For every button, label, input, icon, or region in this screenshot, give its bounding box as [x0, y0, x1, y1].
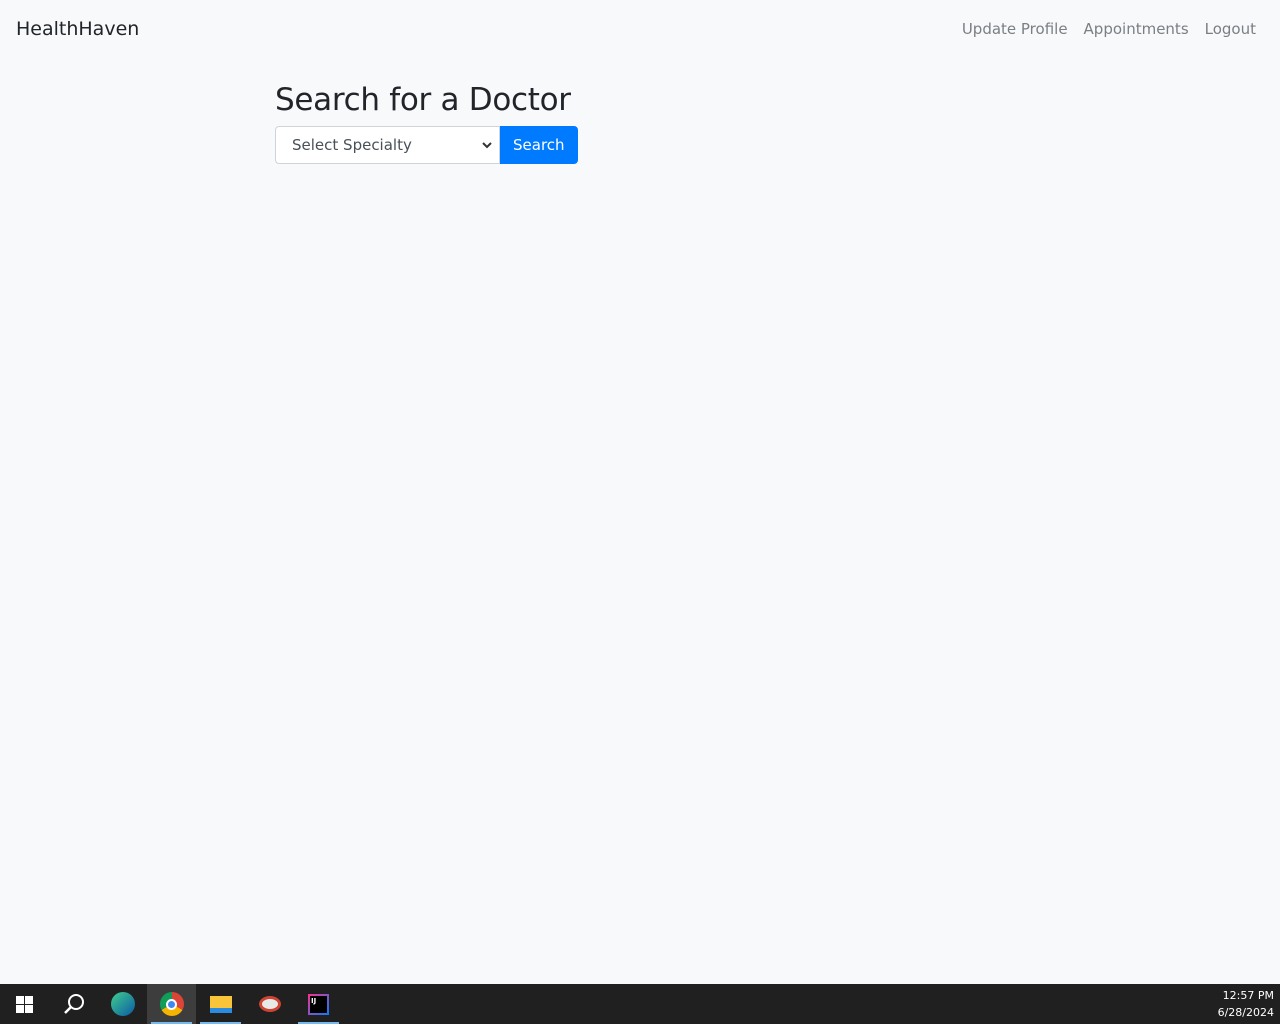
chrome-icon[interactable]: [147, 984, 196, 1024]
nav-update-profile[interactable]: Update Profile: [962, 20, 1068, 38]
edge-icon[interactable]: [98, 984, 147, 1024]
intellij-icon[interactable]: IJ: [294, 984, 343, 1024]
file-explorer-icon[interactable]: [196, 984, 245, 1024]
clock-date: 6/28/2024: [1217, 1006, 1274, 1019]
chevron-down-icon: [482, 142, 492, 149]
search-button[interactable]: Search: [500, 126, 578, 164]
search-icon[interactable]: [49, 984, 98, 1024]
windows-start-icon[interactable]: [0, 984, 49, 1024]
nav-links: Update Profile Appointments Logout: [962, 20, 1264, 38]
navbar: HealthHaven Update Profile Appointments …: [0, 0, 1280, 58]
taskbar: IJ 12:57 PM 6/28/2024: [0, 984, 1280, 1024]
search-form: Select Specialty Search: [275, 126, 578, 164]
brand[interactable]: HealthHaven: [16, 18, 139, 40]
specialty-select[interactable]: Select Specialty: [275, 126, 500, 164]
system-clock[interactable]: 12:57 PM 6/28/2024: [1218, 987, 1280, 1021]
nav-logout[interactable]: Logout: [1205, 20, 1256, 38]
specialty-select-value: Select Specialty: [292, 136, 412, 154]
snipping-tool-icon[interactable]: [245, 984, 294, 1024]
nav-appointments[interactable]: Appointments: [1084, 20, 1189, 38]
clock-time: 12:57 PM: [1222, 989, 1274, 1002]
page-title: Search for a Doctor: [275, 82, 571, 118]
search-section: Search for a Doctor Select Specialty Sea…: [275, 82, 578, 164]
